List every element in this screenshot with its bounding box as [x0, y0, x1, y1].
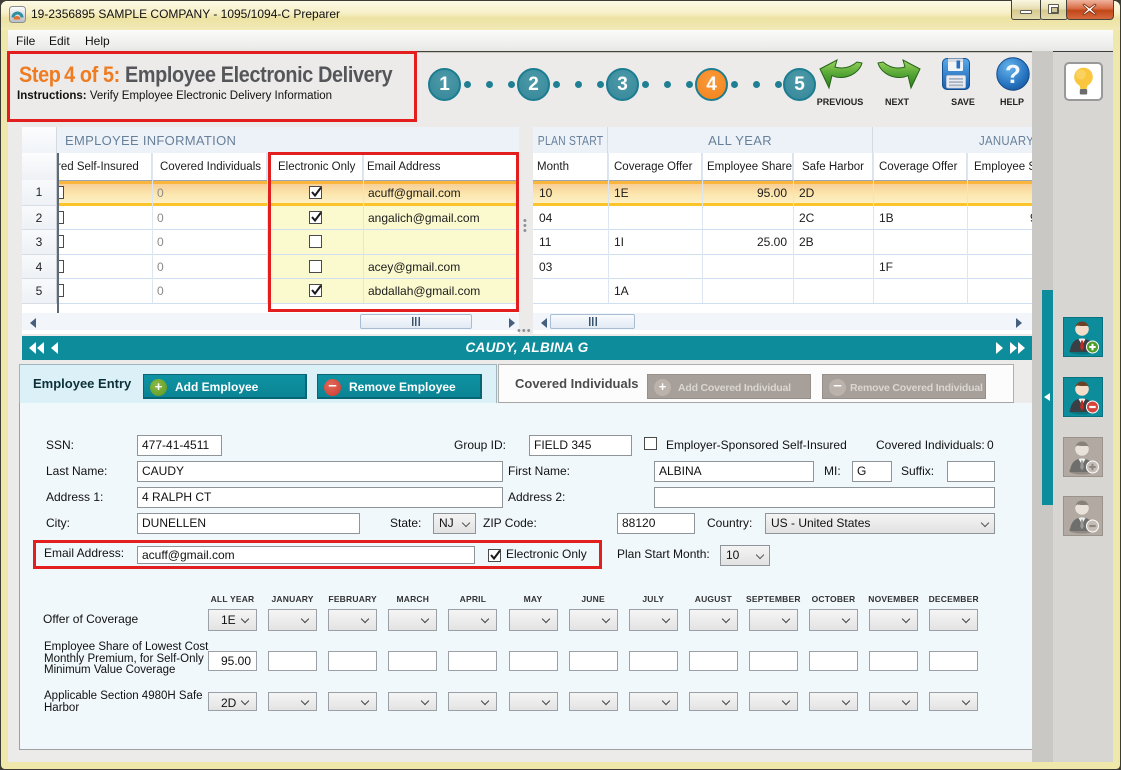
svg-text:?: ?	[1005, 59, 1021, 89]
